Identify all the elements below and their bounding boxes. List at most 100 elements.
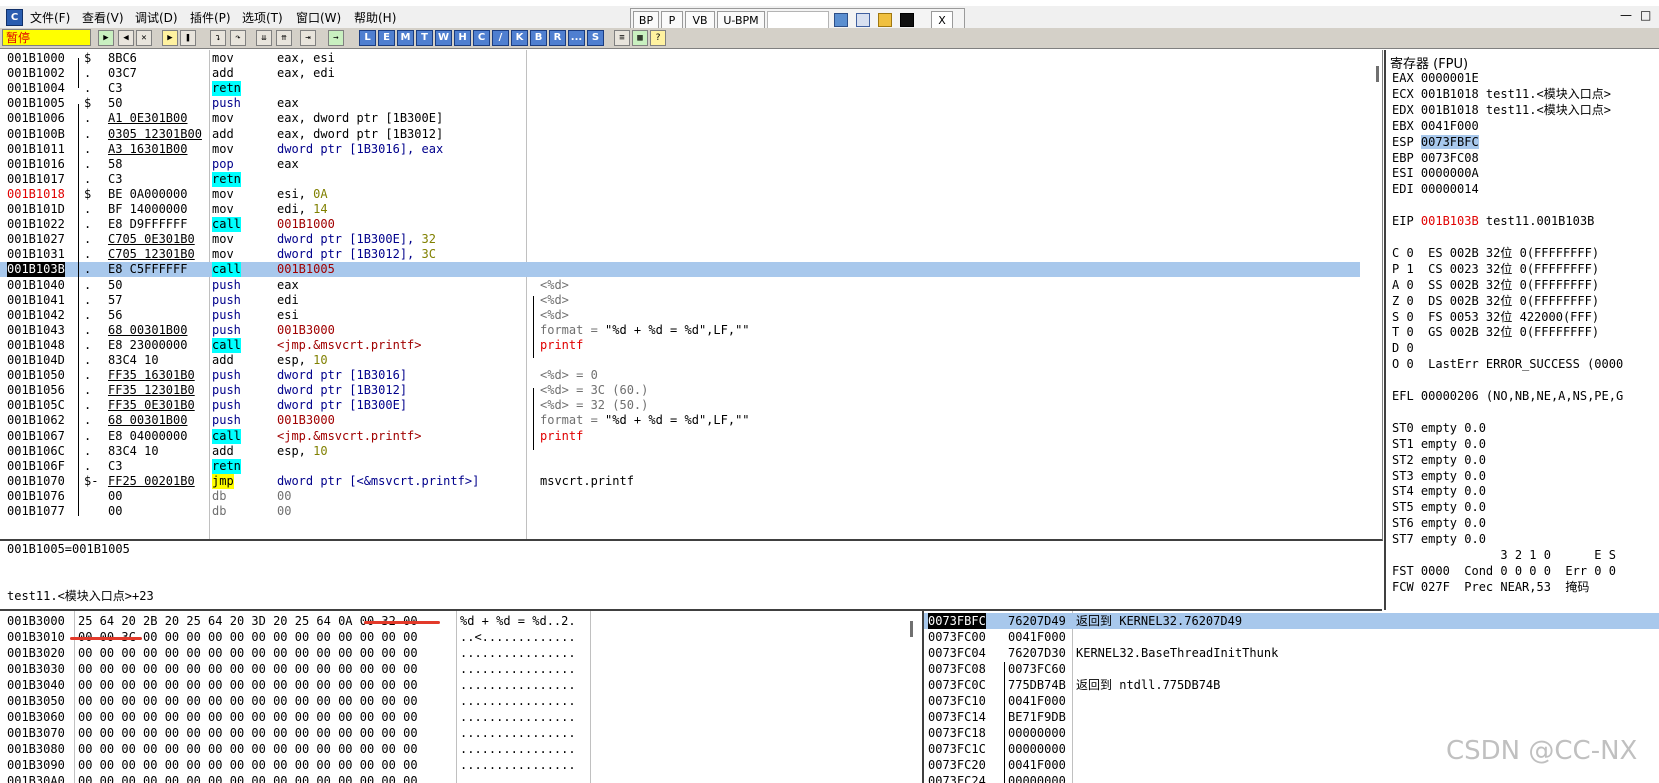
run-icon[interactable]: ▶ [162,30,178,46]
register-line[interactable]: EDX 001B1018 test11.<模块入口点> [1392,102,1611,118]
stack-row[interactable]: 0073FC24 00000000 [924,773,1659,783]
register-line[interactable]: ST5 empty 0.0 [1392,499,1486,515]
vb-button[interactable]: VB [685,11,715,29]
memory-button[interactable]: M [397,30,414,46]
stack-row[interactable]: 0073FC14 BE71F9DB [924,709,1659,725]
windows-button[interactable]: W [435,30,452,46]
bp-button[interactable]: BP [633,11,659,29]
register-line[interactable]: EAX 0000001E [1392,70,1479,86]
source-button[interactable]: S [587,30,604,46]
call-stack-button[interactable]: K [511,30,528,46]
register-line[interactable]: ST2 empty 0.0 [1392,452,1486,468]
help-icon[interactable]: ? [650,30,666,46]
run-trace-button[interactable]: ... [568,30,585,46]
disasm-row[interactable]: 001B1011. A3 16301B00 mov dword ptr [1B3016… [0,142,1360,157]
register-line[interactable]: FST 0000 Cond 0 0 0 0 Err 0 0 [1392,563,1616,579]
disasm-row[interactable]: 001B1041. 57 push edi <%d> [0,293,1360,308]
step-into-icon[interactable]: ↴ [210,30,226,46]
disasm-row[interactable]: 001B1004. C3 retn [0,81,1360,97]
stack-row[interactable]: 0073FC10 0041F000 [924,693,1659,709]
dump-row[interactable]: 001B3070 00 00 00 00 00 00 00 00 00 00 00… [0,725,900,741]
stack-row[interactable]: 0073FC0C 775DB74B 返回到 ntdll.775DB74B [924,677,1659,693]
modules-button[interactable]: E [378,30,395,46]
dump-row[interactable]: 001B3020 00 00 00 00 00 00 00 00 00 00 00… [0,645,900,661]
disasm-row[interactable]: 001B106C. 83C4 10 add esp, 10 [0,444,1360,459]
disasm-row[interactable]: 001B1027. C705 0E301B0 mov dword ptr [1B300… [0,232,1360,247]
disasm-row[interactable]: 001B106F. C3 retn [0,458,1360,474]
register-line[interactable]: S 0 FS 0053 32位 422000(FFF) [1392,309,1599,325]
registers-pane[interactable]: 寄存器 (FPU) EAX 0000001E ECX 001B1018 test1… [1384,50,1659,610]
disasm-row[interactable]: 001B1040. 50 push eax <%d> [0,278,1360,293]
register-line[interactable]: A 0 SS 002B 32位 0(FFFFFFFF) [1392,277,1599,293]
references-button[interactable]: R [549,30,566,46]
dump-row[interactable]: 001B3030 00 00 00 00 00 00 00 00 00 00 00… [0,661,900,677]
disasm-row[interactable]: 001B1031. C705 12301B0 mov dword ptr [1B301… [0,247,1360,262]
threads-button[interactable]: T [416,30,433,46]
stack-row[interactable]: 0073FC00 0041F000 [924,629,1659,645]
close-program-icon[interactable]: ✕ [136,30,152,46]
menu-window[interactable]: 窗口(W) [296,9,341,26]
register-line[interactable]: O 0 LastErr ERROR_SUCCESS (0000 [1392,356,1623,372]
register-line[interactable]: ESP 0073FBFC [1392,134,1479,150]
disasm-row[interactable]: 001B1056. FF35 12301B0 push dword ptr [1B30… [0,383,1360,398]
notebook-icon[interactable] [834,13,848,27]
disasm-row[interactable]: 001B1048. E8 23000000 call <jmp.&msvcrt.pri… [0,337,1360,353]
register-line[interactable]: ESI 0000000A [1392,165,1479,181]
dump-row[interactable]: 001B3060 00 00 00 00 00 00 00 00 00 00 00… [0,709,900,725]
dump-row[interactable]: 001B30A0 00 00 00 00 00 00 00 00 00 00 00… [0,773,900,783]
register-line[interactable]: ECX 001B1018 test11.<模块入口点> [1392,86,1611,102]
register-line[interactable]: ST7 empty 0.0 [1392,531,1486,547]
trace-over-icon[interactable]: ⇈ [276,30,292,46]
list-view-icon[interactable]: ≡ [614,30,630,46]
register-line[interactable]: ST4 empty 0.0 [1392,483,1486,499]
disasm-row[interactable]: 001B1002. 03C7 add eax, edi [0,66,1360,81]
disasm-row[interactable]: 001B1070 $- FF25 00201B0 jmp dword ptr [<&ms… [0,473,1360,489]
disasm-row[interactable]: 001B1006. A1 0E301B00 mov eax, dword ptr [1… [0,111,1360,126]
register-line[interactable]: ST0 empty 0.0 [1392,420,1486,436]
execute-till-return-icon[interactable]: ⇥ [300,30,316,46]
menu-help[interactable]: 帮助(H) [354,9,396,26]
pause-icon[interactable]: ❚ [180,30,196,46]
cpu-button[interactable]: C [473,30,490,46]
disasm-row[interactable]: 001B1022. E8 D9FFFFFF call 001B1000 [0,217,1360,233]
trace-into-icon[interactable]: ⇊ [256,30,272,46]
u-bpm-button[interactable]: U-BPM [717,11,765,29]
disasm-row[interactable]: 001B105C. FF35 0E301B0 push dword ptr [1B30… [0,398,1360,413]
p-button[interactable]: P [661,11,683,29]
disasm-row[interactable]: 001B103B. E8 C5FFFFFF call 001B1005 [0,262,1360,278]
register-line[interactable]: C 0 ES 002B 32位 0(FFFFFFFF) [1392,245,1599,261]
dump-row[interactable]: 001B3000 25 64 20 2B 20 25 64 20 3D 20 25… [0,613,900,629]
list-icon[interactable] [856,13,870,27]
dump-row[interactable]: 001B3050 00 00 00 00 00 00 00 00 00 00 00… [0,693,900,709]
register-line[interactable]: EBP 0073FC08 [1392,150,1479,166]
stack-row[interactable]: 0073FC08 0073FC60 [924,661,1659,677]
register-line[interactable]: T 0 GS 002B 32位 0(FFFFFFFF) [1392,324,1599,340]
restart-icon[interactable]: ◀ [118,30,134,46]
dump-row[interactable]: 001B3040 00 00 00 00 00 00 00 00 00 00 00… [0,677,900,693]
console-icon[interactable] [900,13,914,27]
disasm-row[interactable]: 001B1076 00 db 00 [0,489,1360,504]
goto-icon[interactable]: → [328,30,344,46]
disassembly-pane[interactable]: 001B1000 $8BC6 mov eax, esi 001B1002. 03C7 add… [0,50,1383,541]
register-line[interactable]: Z 0 DS 002B 32位 0(FFFFFFFF) [1392,293,1599,309]
register-line[interactable]: P 1 CS 0023 32位 0(FFFFFFFF) [1392,261,1599,277]
disasm-row[interactable]: 001B1005 $50 push eax [0,96,1360,111]
register-line[interactable]: 3 2 1 0 E S [1392,547,1616,563]
patches-button[interactable]: / [492,30,509,46]
dump-scrollbar[interactable] [910,621,913,637]
menu-file[interactable]: 文件(F) [30,9,70,26]
dump-row[interactable]: 001B3090 00 00 00 00 00 00 00 00 00 00 00… [0,757,900,773]
menu-view[interactable]: 查看(V) [82,9,124,26]
log-window-button[interactable]: L [359,30,376,46]
disasm-row[interactable]: 001B101D. BF 14000000 mov edi, 14 [0,202,1360,217]
close-icon[interactable]: X [931,11,953,29]
disasm-row[interactable]: 001B1018 $ BE 0A000000 mov esi, 0A [0,187,1360,202]
register-line[interactable]: EDI 00000014 [1392,181,1479,197]
maximize-button[interactable]: □ [1640,8,1651,22]
memory-dump-pane[interactable]: 001B3000 25 64 20 2B 20 25 64 20 3D 20 25… [0,611,924,783]
stack-row[interactable]: 0073FC04 76207D30 KERNEL32.BaseThreadInitT… [924,645,1659,661]
disasm-row[interactable]: 001B1017. C3 retn [0,171,1360,187]
grid-view-icon[interactable]: ▦ [632,30,648,46]
disasm-row[interactable]: 001B1077 00 db 00 [0,504,1360,519]
disasm-row[interactable]: 001B1016. 58 pop eax [0,157,1360,172]
